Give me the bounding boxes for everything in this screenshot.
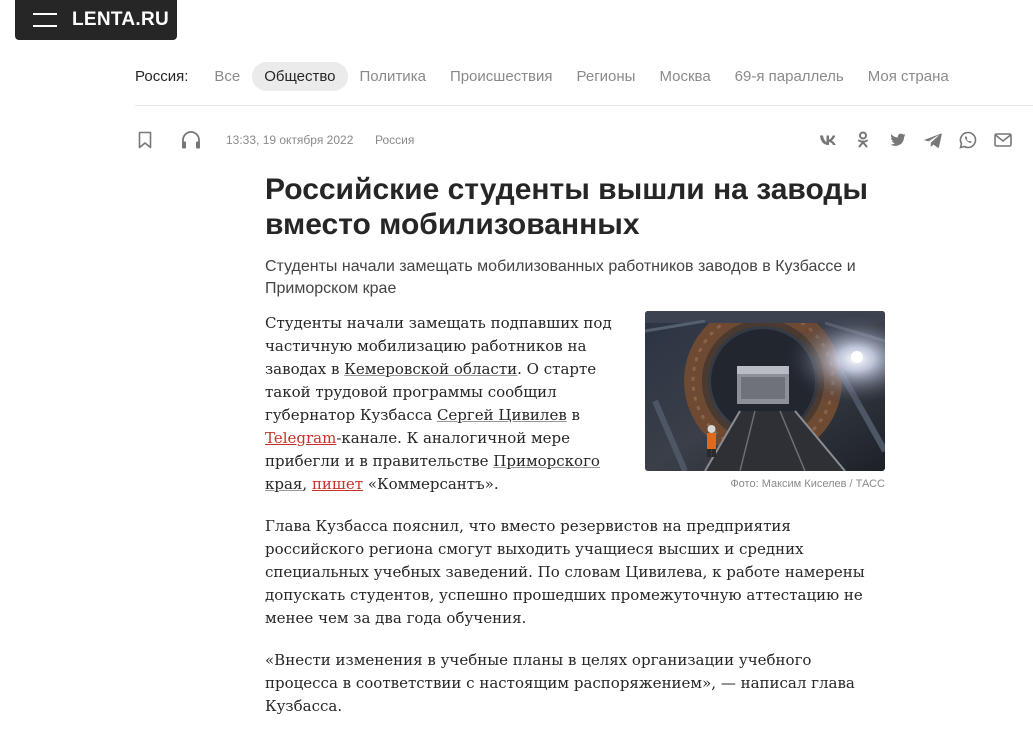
rubric-nav: Россия: Все Общество Политика Происшеств… <box>135 60 961 92</box>
vk-icon[interactable] <box>815 128 840 152</box>
headphones-icon[interactable] <box>180 130 202 150</box>
telegram-icon[interactable] <box>920 128 945 152</box>
rubric-tab-regions[interactable]: Регионы <box>565 62 648 91</box>
link-sergey-tsivilev[interactable]: Сергей Цивилев <box>437 406 567 424</box>
rubric-tab-society[interactable]: Общество <box>252 61 348 91</box>
share-buttons <box>815 128 1015 152</box>
mail-icon[interactable] <box>990 128 1015 152</box>
menu-icon[interactable] <box>33 13 57 27</box>
article-lead: Студенты начали замещать мобилизованных … <box>265 258 856 297</box>
paragraph-text: в <box>566 406 580 424</box>
paragraph-text: «Коммерсантъ». <box>363 475 499 493</box>
article-paragraph-3: «Внести изменения в учебные планы в целя… <box>265 651 855 715</box>
site-logo[interactable]: LENTA.RU <box>72 9 169 31</box>
photo-caption: Фото: Максим Киселев / ТАСС <box>730 478 885 490</box>
rubric-tab-all[interactable]: Все <box>202 62 252 91</box>
link-telegram[interactable]: Telegram <box>265 429 336 447</box>
bookmark-icon[interactable] <box>138 131 152 149</box>
rubric-tab-69-parallel[interactable]: 69-я параллель <box>723 62 856 91</box>
article-rubric-link[interactable]: Россия <box>375 133 414 147</box>
twitter-icon[interactable] <box>885 128 910 152</box>
paragraph-text: , <box>302 475 312 493</box>
rubric-tab-incidents[interactable]: Происшествия <box>438 62 565 91</box>
article-paragraph-1: Студенты начали замещать подпавших под ч… <box>265 312 625 496</box>
rubric-tab-moscow[interactable]: Москва <box>647 62 722 91</box>
article-paragraph-2: Глава Кузбасса пояснил, что вместо резер… <box>265 517 865 627</box>
article-photo[interactable] <box>645 311 885 471</box>
odnoklassniki-icon[interactable] <box>850 128 875 152</box>
site-header: LENTA.RU <box>15 0 177 40</box>
link-source-kommersant[interactable]: пишет <box>312 475 363 493</box>
whatsapp-icon[interactable] <box>955 128 980 152</box>
article-title: Российские студенты вышли на заводы вмес… <box>265 173 869 241</box>
article-datetime: 13:33, 19 октября 2022 <box>226 133 354 147</box>
nav-divider <box>135 105 1033 106</box>
article-meta: 13:33, 19 октября 2022 Россия <box>135 126 1015 154</box>
rubric-tab-politics[interactable]: Политика <box>348 62 438 91</box>
link-kemerovo-region[interactable]: Кемеровской области <box>344 360 517 378</box>
mine-machinery-image <box>645 311 885 471</box>
rubric-nav-label: Россия: <box>135 67 189 85</box>
rubric-tab-my-country[interactable]: Моя страна <box>856 62 961 91</box>
